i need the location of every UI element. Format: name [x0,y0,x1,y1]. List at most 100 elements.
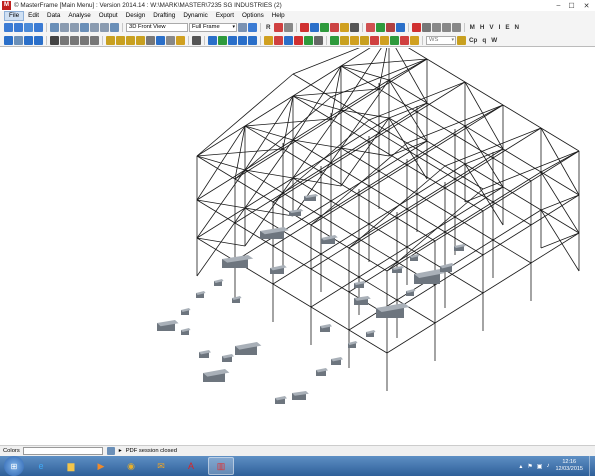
ie-icon[interactable]: e [28,457,54,475]
frame-member[interactable] [530,150,580,182]
frame-member[interactable] [416,163,466,195]
frame-member[interactable] [416,81,466,113]
sun-icon[interactable] [350,35,359,45]
frame-member[interactable] [196,125,246,157]
menu-analyse[interactable]: Analyse [64,11,94,21]
iso-view-icon[interactable] [248,35,257,45]
footing-block[interactable] [410,254,420,261]
material-icon[interactable] [339,23,349,32]
letter-m-button[interactable]: M [468,24,477,31]
zoom-extents-icon[interactable] [24,35,33,45]
frame-member[interactable] [454,216,494,241]
footing-block[interactable] [203,369,230,382]
frame-select[interactable]: Full Frame ▾ [189,23,237,32]
frame-member[interactable] [282,230,322,255]
frame-member[interactable] [340,117,390,149]
frame-member[interactable] [540,209,580,272]
letter-i-button[interactable]: I [497,24,503,31]
menu-drafting[interactable]: Drafting [149,11,179,21]
frame-member[interactable] [444,201,494,233]
orbit-icon[interactable] [80,23,89,32]
menu-options[interactable]: Options [238,11,268,21]
model-viewport[interactable] [0,35,595,445]
footing-block[interactable] [222,354,234,362]
frame-member[interactable] [244,139,294,171]
zoom-icon[interactable] [4,35,13,45]
frame-member[interactable] [358,194,398,219]
footing-block[interactable] [440,263,455,272]
offset-icon[interactable] [441,23,451,32]
menu-edit[interactable]: Edit [24,11,43,21]
frame-member[interactable] [310,194,360,226]
frame-member[interactable] [416,155,456,180]
frame-member[interactable] [368,155,418,187]
frame-member[interactable] [492,239,532,264]
menu-help[interactable]: Help [268,11,289,21]
close-icon[interactable]: ✕ [578,0,595,11]
frame-member[interactable] [388,35,428,60]
axial-icon[interactable] [126,35,135,45]
tools-icon[interactable] [340,35,349,45]
table-icon[interactable] [156,35,165,45]
frame-member[interactable] [196,169,246,201]
footing-block[interactable] [270,265,287,274]
q-button[interactable]: q [480,37,488,44]
pen-icon[interactable] [192,35,201,45]
footing-block[interactable] [214,279,224,286]
frame-member[interactable] [310,276,360,308]
frame-member[interactable] [540,171,580,196]
arrow-right-icon[interactable] [100,23,109,32]
w-button[interactable]: W [489,37,499,44]
group-icon[interactable] [304,35,313,45]
frame-member[interactable] [482,262,532,294]
footing-block[interactable] [354,281,366,288]
frame-member[interactable] [406,164,446,189]
frame-member[interactable] [454,148,504,180]
acrobat-icon[interactable]: A [178,457,204,475]
footing-block[interactable] [235,342,262,355]
member-number-icon[interactable] [70,35,79,45]
colour-icon[interactable] [294,35,303,45]
frame-member[interactable] [348,217,398,249]
frame-member[interactable] [320,215,360,240]
frame-member[interactable] [282,148,322,173]
length-label-icon[interactable] [90,35,99,45]
check-icon[interactable] [330,35,339,45]
frame-member[interactable] [292,95,332,120]
frame-member[interactable] [444,187,484,212]
brace-icon[interactable] [385,23,395,32]
frame-member[interactable] [530,194,580,226]
frame-member[interactable] [406,178,456,210]
frame-member[interactable] [310,268,350,293]
frame-member[interactable] [444,231,484,256]
footing-block[interactable] [222,255,254,268]
frame-member[interactable] [272,283,312,308]
plan-icon[interactable] [218,35,227,45]
colors-select[interactable] [22,447,103,455]
frame-member[interactable] [502,104,542,129]
frame-member[interactable] [416,125,466,157]
frame-member[interactable] [340,79,390,111]
frame-member[interactable] [426,58,466,83]
footing-block[interactable] [316,368,328,376]
node-number-icon[interactable] [60,35,69,45]
frame-member[interactable] [196,155,236,180]
frame-member[interactable] [282,162,332,194]
dimension-icon[interactable] [365,23,375,32]
footing-block[interactable] [292,391,309,400]
volume-icon[interactable]: ♪ [546,463,549,469]
render-icon[interactable] [208,35,217,45]
frame-member[interactable] [454,104,504,136]
angle-icon[interactable] [375,23,385,32]
footing-block[interactable] [366,330,376,337]
arrow-right-icon[interactable] [70,23,79,32]
footing-block[interactable] [320,324,332,332]
undo-icon[interactable] [273,23,283,32]
frame-member[interactable] [492,171,542,203]
frame-member[interactable] [386,322,436,354]
frame-member[interactable] [330,200,370,225]
footing-block[interactable] [232,296,242,303]
new-file-icon[interactable] [4,23,13,32]
redo-icon[interactable] [283,23,293,32]
close-model-icon[interactable] [400,35,409,45]
